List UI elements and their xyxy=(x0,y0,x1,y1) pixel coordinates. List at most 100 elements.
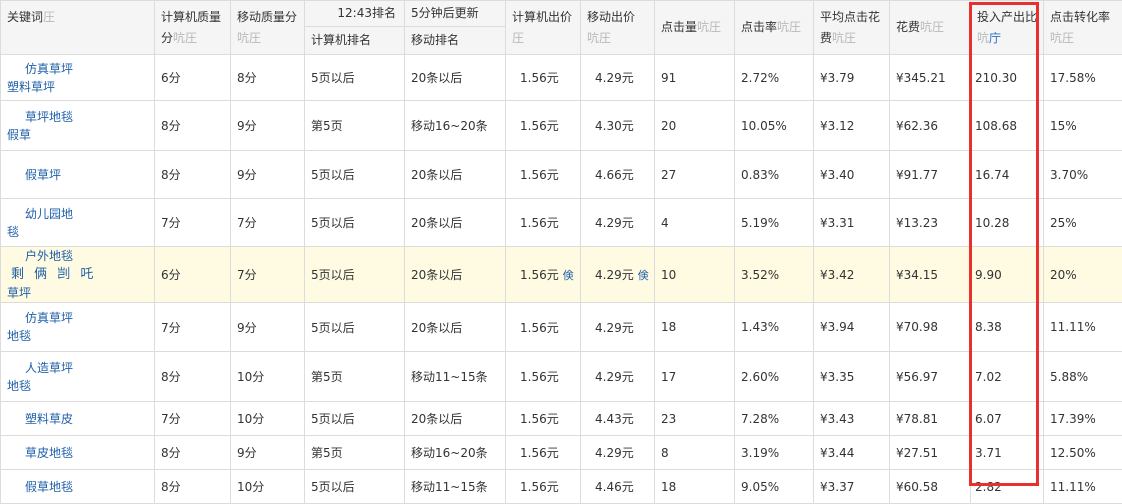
table-row[interactable]: 仿真草坪地毯7分9分5页以后20条以后1.56元4.29元181.43%¥3.9… xyxy=(1,303,1122,352)
pc-bid-cell: 1.56元倹 xyxy=(506,247,581,303)
conversion-cell: 25% xyxy=(1044,199,1122,247)
keyword-link[interactable]: 仿真草坪 xyxy=(7,309,154,327)
header-pc-rank: 计算机排名 xyxy=(305,26,405,54)
header-roi[interactable]: 投入产出比 吭庁 xyxy=(971,1,1044,55)
avg-cpc-cell: ¥3.37 xyxy=(814,470,890,504)
keyword-link[interactable]: 草坪地毯 xyxy=(7,108,154,126)
roi-cell: 7.02 xyxy=(971,352,1044,402)
mobile-bid-cell: 4.46元 xyxy=(581,470,655,504)
header-ctr[interactable]: 点击率吭圧 xyxy=(735,1,814,55)
cost-cell: ¥34.15 xyxy=(890,247,971,303)
table-row[interactable]: 仿真草坪塑料草坪6分8分5页以后20条以后1.56元4.29元912.72%¥3… xyxy=(1,55,1122,101)
bid-edit-icon[interactable]: 倹 xyxy=(563,269,574,282)
mobile-rank-cell: 20条以后 xyxy=(405,402,506,436)
keyword-link-continued[interactable]: 塑料草坪 xyxy=(7,78,154,96)
header-cost[interactable]: 花费吭圧 xyxy=(890,1,971,55)
keyword-link-continued[interactable]: 毯 xyxy=(7,223,154,241)
mobile-rank-cell: 20条以后 xyxy=(405,199,506,247)
mobile-rank-cell: 20条以后 xyxy=(405,151,506,199)
ctr-cell: 3.52% xyxy=(735,247,814,303)
conversion-cell: 20% xyxy=(1044,247,1122,303)
keyword-cell[interactable]: 草坪地毯假草 xyxy=(1,101,155,151)
roi-cell: 108.68 xyxy=(971,101,1044,151)
keyword-cell[interactable]: 假草坪 xyxy=(1,151,155,199)
mobile-rank-cell: 20条以后 xyxy=(405,55,506,101)
keyword-link[interactable]: 假草坪 xyxy=(7,166,154,184)
mobile-rank-cell: 20条以后 xyxy=(405,247,506,303)
keyword-link[interactable]: 假草地毯 xyxy=(7,478,154,496)
mobile-bid-cell: 4.29元倹 xyxy=(581,247,655,303)
header-keyword[interactable]: 关键词圧 xyxy=(1,1,155,55)
keyword-cell[interactable]: 仿真草坪地毯 xyxy=(1,303,155,352)
roi-cell: 8.38 xyxy=(971,303,1044,352)
keyword-link[interactable]: 仿真草坪 xyxy=(7,60,154,78)
avg-cpc-cell: ¥3.43 xyxy=(814,402,890,436)
mobile-bid-cell: 4.30元 xyxy=(581,101,655,151)
clicks-cell: 27 xyxy=(655,151,735,199)
keyword-link[interactable]: 人造草坪 xyxy=(7,359,154,377)
mobile-bid-cell: 4.29元 xyxy=(581,199,655,247)
roi-cell: 6.07 xyxy=(971,402,1044,436)
keyword-cell[interactable]: 人造草坪地毯 xyxy=(1,352,155,402)
keyword-cell[interactable]: 幼儿园地毯 xyxy=(1,199,155,247)
ctr-cell: 10.05% xyxy=(735,101,814,151)
ctr-cell: 2.60% xyxy=(735,352,814,402)
pc-rank-cell: 5页以后 xyxy=(305,55,405,101)
table-row[interactable]: 户外地毯剩 俩 剀 吒草坪6分7分5页以后20条以后1.56元倹4.29元倹10… xyxy=(1,247,1122,303)
keyword-link-continued[interactable]: 地毯 xyxy=(7,327,154,345)
keyword-cell[interactable]: 户外地毯剩 俩 剀 吒草坪 xyxy=(1,247,155,303)
table-row[interactable]: 幼儿园地毯7分7分5页以后20条以后1.56元4.29元45.19%¥3.31¥… xyxy=(1,199,1122,247)
keyword-link-continued[interactable]: 地毯 xyxy=(7,377,154,395)
keyword-cell[interactable]: 塑料草皮 xyxy=(1,402,155,436)
header-mobile-rank: 移动排名 xyxy=(405,26,506,54)
header-rank-update: 5分钟后更新 xyxy=(405,1,506,27)
header-avg-cpc[interactable]: 平均点击花 费吭圧 xyxy=(814,1,890,55)
header-pc-quality[interactable]: 计算机质量 分吭圧 xyxy=(155,1,231,55)
pc-bid-cell: 1.56元 xyxy=(506,199,581,247)
header-mobile-bid[interactable]: 移动出价 吭圧 xyxy=(581,1,655,55)
table-row[interactable]: 假草地毯8分10分5页以后移动11~15条1.56元4.46元189.05%¥3… xyxy=(1,470,1122,504)
clicks-cell: 8 xyxy=(655,436,735,470)
pc-quality-cell: 8分 xyxy=(155,352,231,402)
keyword-cell[interactable]: 草皮地毯 xyxy=(1,436,155,470)
keyword-link-continued[interactable]: 草坪 xyxy=(7,284,154,302)
table-row[interactable]: 塑料草皮7分10分5页以后20条以后1.56元4.43元237.28%¥3.43… xyxy=(1,402,1122,436)
header-clicks[interactable]: 点击量吭圧 xyxy=(655,1,735,55)
pc-quality-cell: 8分 xyxy=(155,470,231,504)
header-mobile-quality[interactable]: 移动质量分 吭圧 xyxy=(231,1,305,55)
table-row[interactable]: 人造草坪地毯8分10分第5页移动11~15条1.56元4.29元172.60%¥… xyxy=(1,352,1122,402)
keyword-link[interactable]: 户外地毯 xyxy=(7,247,73,265)
pc-rank-cell: 5页以后 xyxy=(305,199,405,247)
conversion-cell: 17.39% xyxy=(1044,402,1122,436)
table-row[interactable]: 草坪地毯假草8分9分第5页移动16~20条1.56元4.30元2010.05%¥… xyxy=(1,101,1122,151)
pc-rank-cell: 5页以后 xyxy=(305,402,405,436)
table-row[interactable]: 草皮地毯8分9分第5页移动16~20条1.56元4.29元83.19%¥3.44… xyxy=(1,436,1122,470)
keyword-report-table: 关键词圧 计算机质量 分吭圧 移动质量分 吭圧 12:43排名 5分钟后更新 计… xyxy=(0,0,1122,504)
keyword-cell[interactable]: 仿真草坪塑料草坪 xyxy=(1,55,155,101)
keyword-link[interactable]: 幼儿园地 xyxy=(7,205,154,223)
pc-bid-cell: 1.56元 xyxy=(506,436,581,470)
header-pc-bid[interactable]: 计算机出价 圧 xyxy=(506,1,581,55)
mobile-quality-cell: 7分 xyxy=(231,199,305,247)
mobile-quality-cell: 9分 xyxy=(231,436,305,470)
keyword-cell[interactable]: 假草地毯 xyxy=(1,470,155,504)
table-row[interactable]: 假草坪8分9分5页以后20条以后1.56元4.66元270.83%¥3.40¥9… xyxy=(1,151,1122,199)
roi-cell: 10.28 xyxy=(971,199,1044,247)
cost-cell: ¥70.98 xyxy=(890,303,971,352)
keyword-link[interactable]: 草皮地毯 xyxy=(7,444,154,462)
header-conversion[interactable]: 点击转化率 吭圧 xyxy=(1044,1,1122,55)
conversion-cell: 11.11% xyxy=(1044,470,1122,504)
keyword-link[interactable]: 塑料草皮 xyxy=(7,410,154,428)
pc-bid-cell: 1.56元 xyxy=(506,402,581,436)
pc-quality-cell: 8分 xyxy=(155,151,231,199)
mobile-rank-cell: 移动11~15条 xyxy=(405,470,506,504)
avg-cpc-cell: ¥3.94 xyxy=(814,303,890,352)
keyword-link-continued[interactable]: 假草 xyxy=(7,126,154,144)
keyword-action-icons[interactable]: 剩 俩 剀 吒 xyxy=(11,266,96,284)
clicks-cell: 17 xyxy=(655,352,735,402)
pc-quality-cell: 7分 xyxy=(155,199,231,247)
pc-rank-cell: 5页以后 xyxy=(305,303,405,352)
bid-edit-icon[interactable]: 倹 xyxy=(638,269,649,282)
pc-bid-cell: 1.56元 xyxy=(506,470,581,504)
pc-bid-cell: 1.56元 xyxy=(506,352,581,402)
